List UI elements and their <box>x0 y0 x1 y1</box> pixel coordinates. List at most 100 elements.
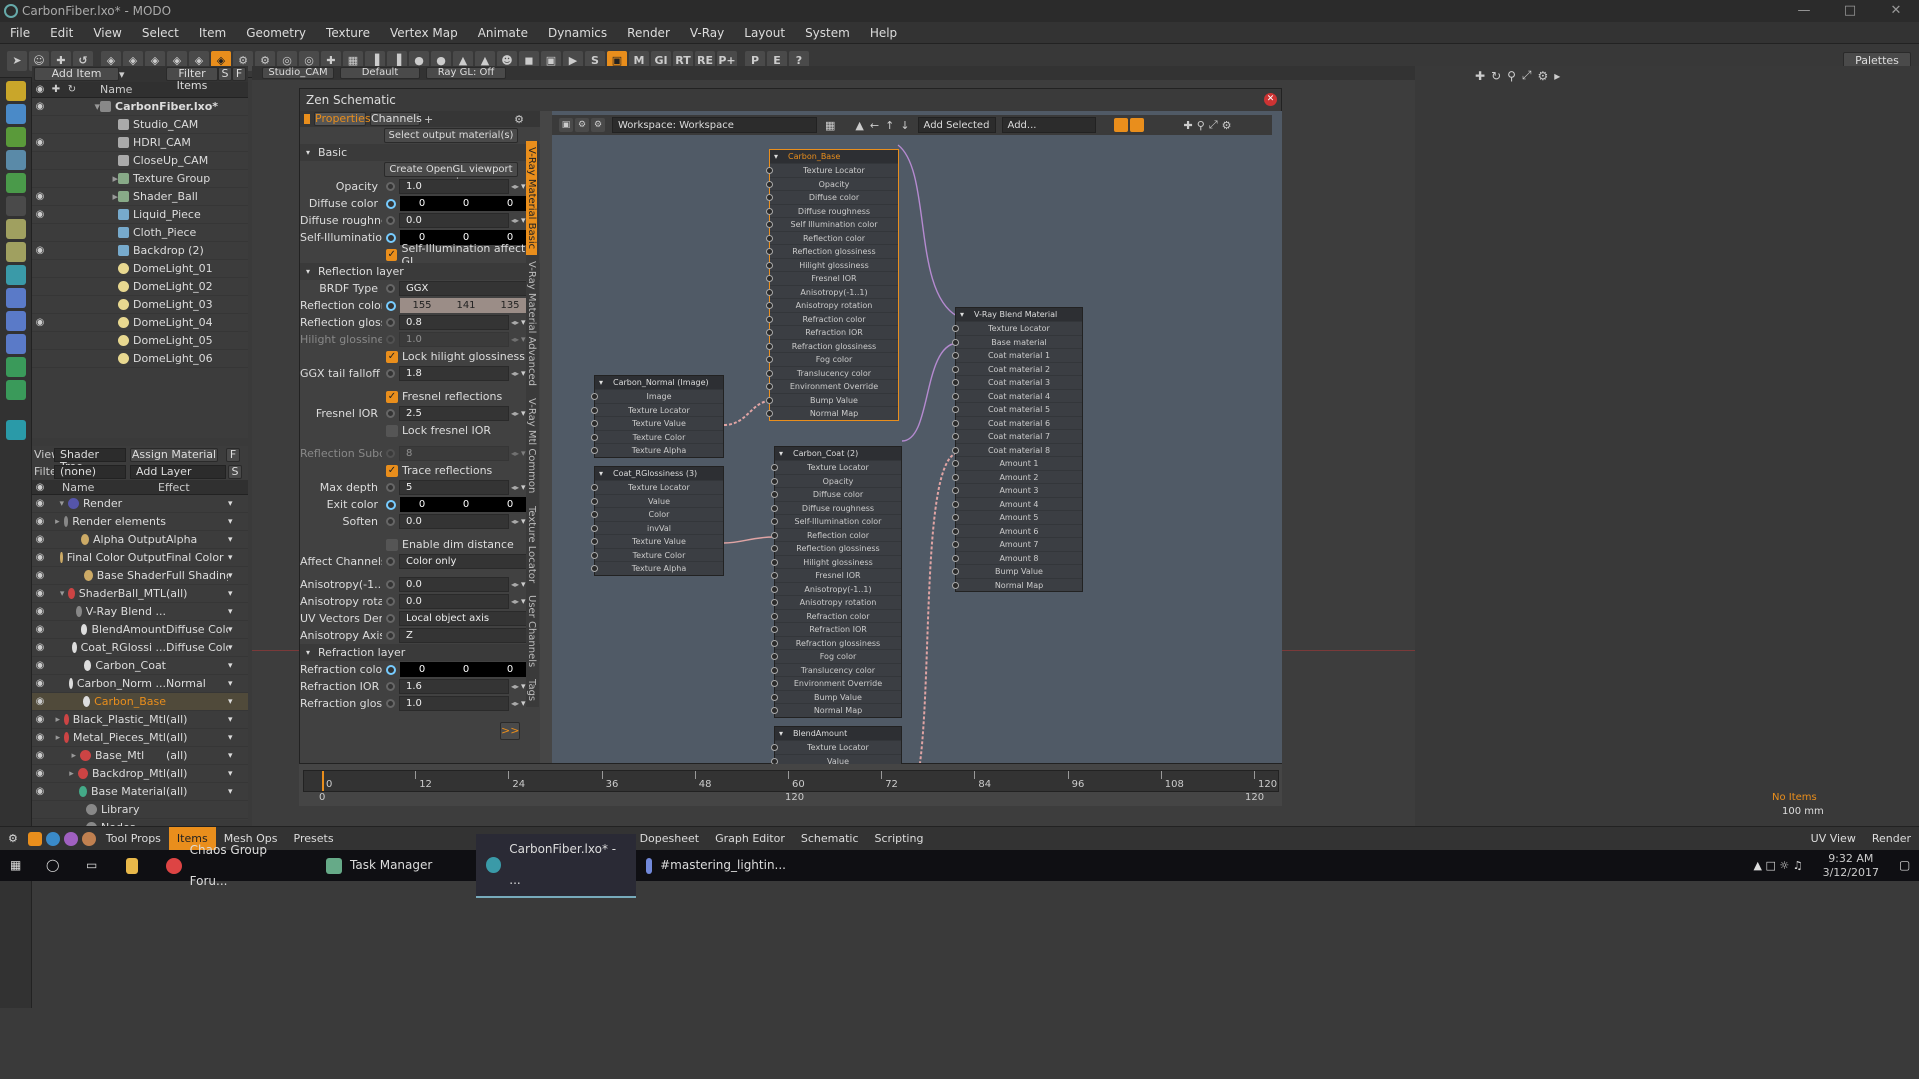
rig-icon[interactable] <box>6 357 26 377</box>
node-port[interactable]: Texture Alpha <box>591 561 723 575</box>
hilight-row-field[interactable]: 1.0 <box>399 332 509 347</box>
channel-dot-icon[interactable] <box>386 232 396 243</box>
node-port[interactable]: Texture Locator <box>952 321 1082 335</box>
stepper-icon[interactable]: ◂▸ <box>511 216 519 225</box>
port-dot-icon[interactable] <box>952 541 959 548</box>
shader-row[interactable]: ◉ Carbon_Coat ▾ <box>32 657 248 675</box>
visibility-icon[interactable]: ◉ <box>32 678 48 689</box>
item-row[interactable]: ◉ HDRI_CAM <box>32 134 248 152</box>
visibility-icon[interactable]: ◉ <box>32 101 48 112</box>
chevron-down-icon[interactable]: ▾ <box>521 483 526 493</box>
port-dot-icon[interactable] <box>591 524 598 532</box>
dopesheet-tab[interactable]: Dopesheet <box>632 827 708 851</box>
shader-effect[interactable]: Alpha <box>166 533 228 546</box>
chevron-down-icon[interactable]: ▾ <box>228 787 233 797</box>
port-dot-icon[interactable] <box>591 484 598 491</box>
port-dot-icon[interactable] <box>591 420 598 427</box>
visibility-icon[interactable]: ◉ <box>32 750 48 761</box>
port-dot-icon[interactable] <box>591 393 598 400</box>
polygon-icon[interactable] <box>6 242 26 262</box>
port-dot-icon[interactable] <box>952 581 959 589</box>
node-port[interactable]: Base material <box>952 334 1082 349</box>
node-port[interactable]: Refraction IOR <box>771 622 901 636</box>
node-port[interactable]: Diffuse color <box>771 487 901 501</box>
port-dot-icon[interactable] <box>766 356 773 363</box>
port-dot-icon[interactable] <box>952 352 959 359</box>
port-dot-icon[interactable] <box>952 527 959 535</box>
port-dot-icon[interactable] <box>766 167 773 174</box>
shader-effect[interactable]: Normal <box>166 677 228 690</box>
m-icon[interactable] <box>27 831 42 846</box>
selfillum-gi-checkbox[interactable]: ✓ Self-Illumination affects GI <box>300 242 540 268</box>
port-dot-icon[interactable] <box>771 518 778 525</box>
shader-row[interactable]: ◉ BlendAmountDiffuse Color▾ <box>32 621 248 639</box>
visibility-icon[interactable]: ◉ <box>32 209 48 220</box>
menu-system[interactable]: System <box>795 22 860 44</box>
chevron-down-icon[interactable]: ▾ <box>521 409 526 419</box>
channel-dot-icon[interactable] <box>386 335 395 344</box>
gear-icon[interactable]: ⚙ <box>1538 69 1549 83</box>
chevron-down-icon[interactable]: ▾ <box>521 369 526 379</box>
aniso-axis-row-select[interactable]: Z <box>399 628 531 643</box>
node-port[interactable]: Coat material 3 <box>952 375 1082 389</box>
shader-effect[interactable]: (all) <box>166 731 228 744</box>
uv-vectors-row-select[interactable]: Local object axis <box>399 611 531 626</box>
port-dot-icon[interactable] <box>591 447 598 454</box>
add-tab-icon[interactable]: + <box>424 113 433 126</box>
stepper-icon[interactable]: ◂▸ <box>511 699 519 708</box>
menu-vertex-map[interactable]: Vertex Map <box>380 22 468 44</box>
gear-icon[interactable] <box>6 420 26 440</box>
visibility-icon[interactable]: ◉ <box>32 552 48 563</box>
shader-row[interactable]: ◉ ▸ Backdrop_Mtl (all) ▾ <box>32 765 248 783</box>
node-port[interactable]: Fresnel IOR <box>766 271 898 285</box>
node-header[interactable]: ▾ Carbon_Base <box>770 150 898 163</box>
shader-row[interactable]: ◉ Carbon_Norm ... Normal ▾ <box>32 675 248 693</box>
channel-dot-icon[interactable] <box>386 631 395 640</box>
zen-close-icon[interactable]: ✕ <box>1264 93 1277 106</box>
vtab-5[interactable]: Tags <box>526 673 537 707</box>
expand-icon[interactable]: ▾ <box>48 589 68 599</box>
channel-dot-icon[interactable] <box>386 284 395 293</box>
tab-properties[interactable]: Properties <box>314 112 371 126</box>
node-port[interactable]: Fog color <box>771 649 901 663</box>
node-port[interactable]: Self Illumination color <box>766 217 898 231</box>
refr-ior-row-field[interactable]: 1.6 <box>399 679 509 694</box>
item-row[interactable]: ◉ Liquid_Piece <box>32 206 248 224</box>
port-dot-icon[interactable] <box>591 406 598 414</box>
edge-icon[interactable] <box>6 219 26 239</box>
chevron-down-icon[interactable]: ▾ <box>521 335 526 345</box>
item-row[interactable]: ◉ ▸ Shader_Ball <box>32 188 248 206</box>
f-button[interactable]: F <box>226 447 240 462</box>
stepper-icon[interactable]: ◂▸ <box>511 597 519 606</box>
node-port[interactable]: Reflection glossiness <box>771 541 901 555</box>
port-dot-icon[interactable] <box>766 275 773 282</box>
task-view-icon[interactable]: ▭ <box>76 850 116 881</box>
node-carbon_normal[interactable]: ▾ Carbon_Normal (Image) Image Texture Locat… <box>591 375 724 458</box>
shader-row[interactable]: ◉ Carbon_Base ▾ <box>32 693 248 711</box>
port-dot-icon[interactable] <box>952 392 959 400</box>
collapse-icon[interactable]: ▾ <box>599 376 603 389</box>
clock[interactable]: 9:32 AM 3/12/2017 <box>1813 852 1889 880</box>
channel-dot-icon[interactable] <box>386 409 395 418</box>
diffuse-rough-row-field[interactable]: 0.0 <box>399 213 509 228</box>
brdf-row-select[interactable]: GGX <box>399 281 531 296</box>
checkbox-checked-icon[interactable]: ✓ <box>386 390 398 403</box>
node-port[interactable]: Amount 7 <box>952 537 1082 551</box>
node-port[interactable]: Amount 8 <box>952 550 1082 565</box>
port-dot-icon[interactable] <box>771 639 778 647</box>
port-dot-icon[interactable] <box>952 406 959 413</box>
channel-dot-icon[interactable] <box>386 699 395 708</box>
graph-editor-tab[interactable]: Graph Editor <box>707 827 793 851</box>
node-port[interactable]: Coat material 2 <box>952 361 1082 376</box>
sculpt-icon[interactable] <box>6 288 26 308</box>
dim-distance-checkbox[interactable]: Enable dim distance <box>300 536 540 553</box>
reflection-section[interactable]: ▾ Reflection layer <box>300 263 540 280</box>
port-dot-icon[interactable] <box>952 338 959 346</box>
node-port[interactable]: Refraction color <box>766 311 898 326</box>
timeline[interactable]: 0 12 24 36 48 60 72 84 96 108 120 0 120 120 <box>299 764 1282 806</box>
node-port[interactable]: Normal Map <box>766 406 898 420</box>
port-dot-icon[interactable] <box>952 514 959 521</box>
menu-geometry[interactable]: Geometry <box>236 22 316 44</box>
node-port[interactable]: Opacity <box>771 473 901 488</box>
node-port[interactable]: Translucency color <box>766 365 898 380</box>
